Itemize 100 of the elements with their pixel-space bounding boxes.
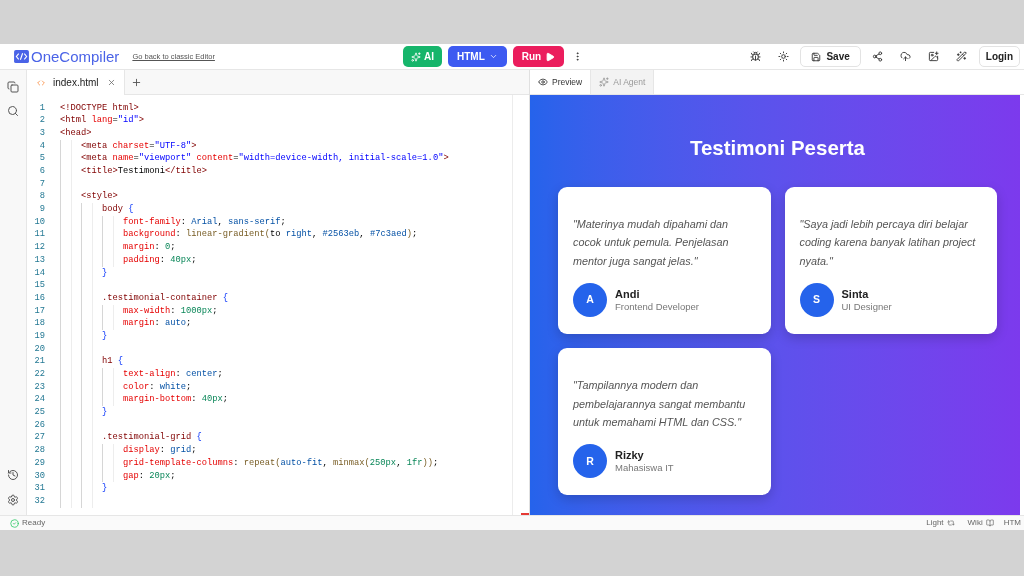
code-icon	[37, 78, 45, 87]
code-line: }	[102, 266, 108, 280]
check-circle-icon	[10, 518, 19, 528]
line-number: 15	[34, 279, 45, 292]
overview-ruler-marker	[521, 513, 529, 515]
person-name: Rizky	[615, 448, 644, 462]
person-role: UI Designer	[841, 300, 892, 313]
save-button[interactable]: Save	[800, 46, 861, 67]
avatar-initial: A	[573, 283, 607, 318]
language-select[interactable]: HTML	[448, 46, 507, 67]
history-icon[interactable]	[7, 469, 19, 481]
code-logo-icon	[14, 50, 29, 63]
code-line: margin-bottom: 40px;	[123, 393, 229, 407]
person-name: Sinta	[841, 287, 869, 301]
line-number: 23	[34, 380, 45, 394]
preview-title: Testimoni Peserta	[689, 135, 866, 161]
play-icon	[545, 51, 556, 62]
code-line: <!DOCTYPE html>	[60, 101, 139, 115]
wiki-link[interactable]: Wiki	[967, 517, 994, 529]
line-number: 20	[34, 342, 45, 356]
cloud-upload-icon[interactable]	[900, 51, 912, 62]
line-number: 6	[39, 165, 45, 178]
code-line: h1 {	[102, 355, 124, 369]
code-line: body {	[102, 203, 134, 216]
code-line: color: white;	[123, 380, 192, 394]
line-number: 29	[34, 456, 45, 470]
line-number: 24	[34, 393, 45, 407]
add-tab-icon[interactable]	[131, 76, 142, 88]
code-line: margin: auto;	[123, 317, 192, 330]
chevron-down-icon	[488, 52, 498, 61]
code-line: <meta name="viewport" content="width=device-width, initial-scale=1.0">	[81, 152, 449, 166]
file-tab[interactable]: index.html	[27, 70, 125, 95]
quote-text: "Materinya mudah dipahami dan cocok untuk pemula. Penjelasan mentor juga sangat jelas."	[573, 217, 730, 269]
code-line: <head>	[60, 126, 92, 140]
code-line: <style>	[81, 190, 118, 204]
line-number: 12	[34, 241, 45, 254]
line-number: 10	[34, 215, 45, 229]
line-number: 7	[39, 177, 45, 191]
code-line: padding: 40px;	[123, 253, 197, 267]
login-button[interactable]: Login	[978, 46, 1020, 67]
line-number: 4	[39, 139, 45, 153]
avatar-initial: R	[573, 444, 607, 479]
run-button[interactable]: Run	[512, 46, 565, 67]
code-line: .testimonial-grid {	[102, 431, 202, 445]
code-line: gap: 20px;	[123, 469, 176, 483]
line-number: 16	[34, 291, 45, 305]
sparkles-icon	[411, 51, 421, 62]
share-icon[interactable]	[872, 51, 884, 62]
search-icon[interactable]	[7, 105, 19, 117]
code-line: font-family: Arial, sans-serif;	[123, 215, 286, 229]
line-number: 11	[34, 228, 45, 242]
book-icon	[985, 519, 994, 527]
quote-text: "Tampilannya modern dan pembelajarannya sangat membantu untuk memahami HTML dan CSS."	[573, 378, 747, 431]
files-icon[interactable]	[7, 81, 19, 93]
bug-icon[interactable]	[749, 51, 761, 62]
code-line: <html lang="id">	[60, 114, 145, 127]
line-number: 9	[39, 203, 45, 216]
code-line: grid-template-columns: repeat(auto-fit, minmax(250px, 1fr));	[123, 456, 439, 470]
line-number: 30	[34, 469, 45, 483]
line-number: 2	[39, 114, 45, 127]
line-number: 19	[34, 329, 45, 343]
language-label: HTM	[1003, 517, 1021, 529]
line-number: 5	[39, 152, 45, 166]
line-number: 1	[39, 101, 45, 115]
avatar-initial: S	[799, 283, 834, 318]
line-number: 31	[34, 482, 45, 495]
code-line: max-width: 1000px;	[123, 304, 218, 318]
line-number: 28	[34, 444, 45, 457]
person-name: Andi	[615, 287, 640, 301]
line-number: 17	[34, 304, 45, 318]
quote-text: "Saya jadi lebih percaya diri belajar coding karena banyak latihan project nyata."	[799, 217, 977, 269]
app-logo-text: OneCompiler	[31, 49, 120, 64]
code-line: }	[102, 482, 108, 495]
line-number: 13	[34, 253, 45, 267]
code-line: text-align: center;	[123, 368, 223, 381]
line-number: 22	[34, 368, 45, 381]
line-number: 8	[39, 190, 45, 204]
line-number: 32	[34, 494, 45, 508]
code-line: <meta charset="UTF-8">	[81, 139, 197, 153]
line-number: 14	[34, 266, 45, 280]
magic-wand-icon[interactable]	[956, 51, 968, 62]
image-plus-icon[interactable]	[928, 51, 940, 62]
code-line: }	[102, 406, 108, 419]
person-role: Frontend Developer	[615, 300, 699, 313]
code-line: background: linear-gradient(to right, #2563eb, #7c3aed);	[123, 228, 418, 242]
sun-icon[interactable]	[777, 51, 789, 62]
close-icon[interactable]	[106, 78, 116, 87]
line-number: 27	[34, 431, 45, 445]
theme-toggle[interactable]: Light	[926, 517, 955, 529]
line-number: 26	[34, 418, 45, 432]
person-role: Mahasiswa IT	[615, 461, 674, 474]
settings-icon[interactable]	[7, 494, 19, 506]
line-number: 21	[34, 355, 45, 369]
code-line: <title>Testimoni</title>	[81, 165, 208, 178]
line-number: 25	[34, 406, 45, 419]
save-icon	[811, 51, 822, 62]
sparkles-icon	[599, 77, 610, 87]
line-number: 3	[39, 126, 45, 140]
eye-icon	[538, 77, 548, 87]
status-text: Ready	[22, 517, 46, 529]
